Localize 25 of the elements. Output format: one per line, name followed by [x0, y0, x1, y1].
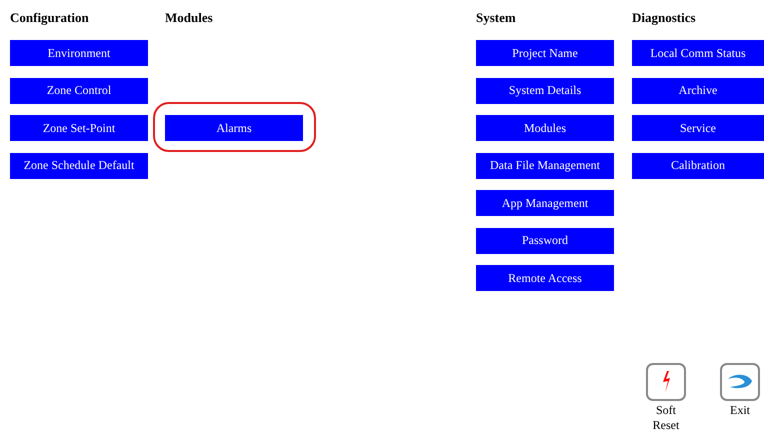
- menu-button[interactable]: App Management: [476, 190, 614, 216]
- menu-button[interactable]: Zone Control: [10, 78, 148, 104]
- menu-button[interactable]: Zone Set-Point: [10, 115, 148, 141]
- menu-button[interactable]: Local Comm Status: [632, 40, 764, 66]
- section-heading: Modules: [165, 10, 214, 27]
- section-heading: System: [476, 10, 517, 27]
- menu-button[interactable]: Modules: [476, 115, 614, 141]
- button-label: Soft Reset: [652, 403, 680, 433]
- menu-button[interactable]: Service: [632, 115, 764, 141]
- menu-button[interactable]: Calibration: [632, 152, 764, 178]
- menu-button[interactable]: Password: [476, 228, 614, 254]
- section-heading: Configuration: [10, 10, 90, 27]
- menu-button[interactable]: Project Name: [476, 40, 614, 66]
- menu-button[interactable]: Archive: [632, 78, 764, 104]
- soft-reset-button[interactable]: [646, 363, 686, 401]
- button-label: Exit: [730, 403, 750, 419]
- menu-button[interactable]: Alarms: [165, 115, 303, 141]
- section-heading: Diagnostics: [632, 10, 697, 27]
- menu-button[interactable]: Environment: [10, 40, 148, 66]
- menu-button[interactable]: Zone Schedule Default: [10, 152, 148, 178]
- menu-button[interactable]: System Details: [476, 78, 614, 104]
- swoosh-arrow-icon: [726, 373, 754, 391]
- menu-button[interactable]: Data File Management: [476, 152, 614, 178]
- exit-button[interactable]: [720, 363, 760, 401]
- menu-button[interactable]: Remote Access: [476, 265, 614, 291]
